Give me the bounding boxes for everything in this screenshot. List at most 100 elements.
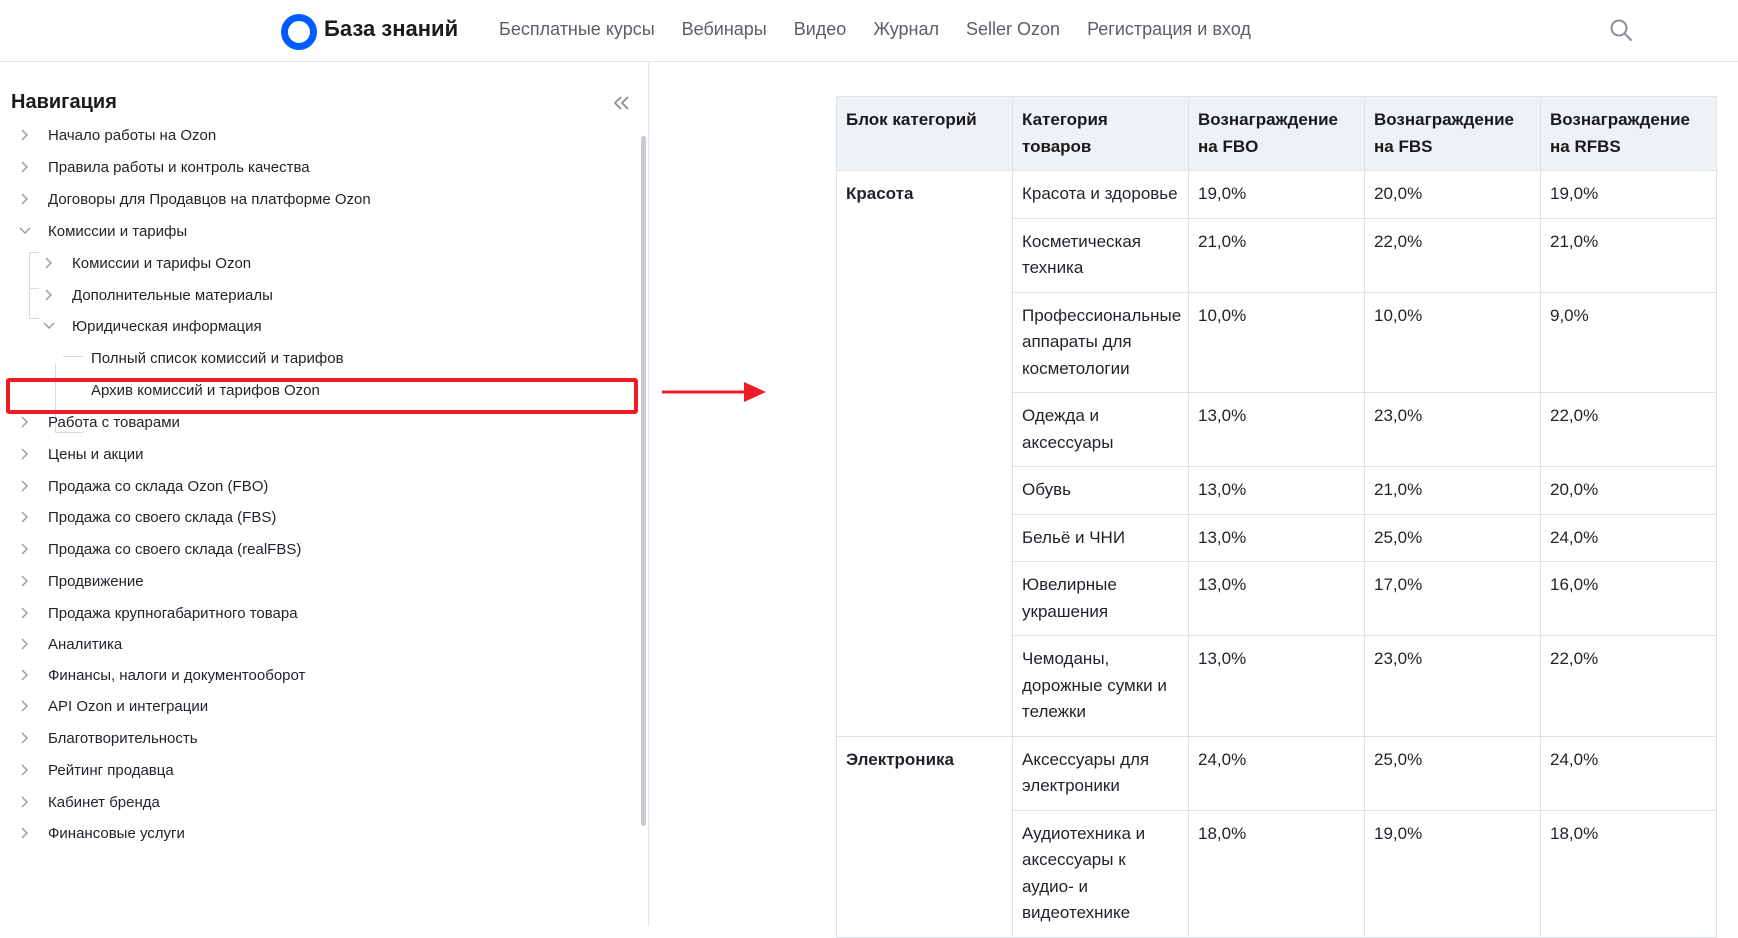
sidebar-item-20[interactable]: Рейтинг продавца xyxy=(18,755,174,785)
sidebar-item-1[interactable]: Правила работы и контроль качества xyxy=(18,152,310,182)
fbo-fee-cell: 13,0% xyxy=(1188,392,1365,467)
table-header-row: Блок категорий Категория товаров Вознагр… xyxy=(836,96,1717,171)
sidebar-item-16[interactable]: Аналитика xyxy=(18,629,122,659)
chevron-right-icon[interactable] xyxy=(18,542,32,556)
sidebar-item-10[interactable]: Цены и акции xyxy=(18,439,143,469)
fbs-fee-cell: 25,0% xyxy=(1364,513,1541,562)
fbs-fee-cell: 21,0% xyxy=(1364,466,1541,515)
sidebar-item-label: Кабинет бренда xyxy=(48,793,160,811)
chevron-right-icon[interactable] xyxy=(42,288,56,302)
sidebar-item-label: Комиссии и тарифы xyxy=(48,222,188,240)
chevron-right-icon[interactable] xyxy=(18,128,32,142)
chevron-right-icon[interactable] xyxy=(18,479,32,493)
sidebar-item-label: Полный список комиссий и тарифов xyxy=(91,349,344,367)
sidebar-item-22[interactable]: Финансовые услуги xyxy=(18,818,185,848)
sidebar-item-0[interactable]: Начало работы на Ozon xyxy=(18,120,216,150)
product-category-cell: Обувь xyxy=(1012,466,1189,515)
chevron-right-icon[interactable] xyxy=(18,699,32,713)
sidebar-item-label: Аналитика xyxy=(48,635,123,653)
chevron-down-icon[interactable] xyxy=(42,319,56,333)
product-category-cell: Чемоданы, дорожные сумки и тележки xyxy=(1012,635,1189,737)
sidebar-navigation: Навигация Начало работы на Ozon Правила р… xyxy=(0,62,649,926)
sidebar-item-21[interactable]: Кабинет бренда xyxy=(18,787,160,817)
nav-link-free-courses[interactable]: Бесплатные курсы xyxy=(499,18,655,40)
chevron-right-icon[interactable] xyxy=(18,606,32,620)
fbs-fee-cell: 19,0% xyxy=(1364,809,1541,938)
sidebar-item-4[interactable]: Комиссии и тарифы Ozon xyxy=(42,248,251,278)
sidebar-item-7[interactable]: Полный список комиссий и тарифов xyxy=(91,343,344,373)
sidebar-item-label: Продвижение xyxy=(48,572,144,590)
sidebar-item-label: Юридическая информация xyxy=(72,317,262,335)
fbs-fee-cell: 10,0% xyxy=(1364,291,1541,393)
sidebar-item-label: Цены и акции xyxy=(48,445,144,463)
fbo-fee-cell: 13,0% xyxy=(1188,635,1365,737)
header-fbs-fee: Вознаграждение на FBS xyxy=(1364,96,1541,171)
chevron-right-icon[interactable] xyxy=(18,574,32,588)
sidebar-item-label: Правила работы и контроль качества xyxy=(48,158,310,176)
top-nav: Бесплатные курсы Вебинары Видео Журнал S… xyxy=(499,18,1278,40)
product-category-cell: Бельё и ЧНИ xyxy=(1012,513,1189,562)
sidebar-item-12[interactable]: Продажа со своего склада (FBS) xyxy=(18,502,276,532)
chevron-right-icon[interactable] xyxy=(18,795,32,809)
top-header: База знаний Бесплатные курсы Вебинары Ви… xyxy=(0,0,1738,62)
nav-link-seller-ozon[interactable]: Seller Ozon xyxy=(966,18,1060,40)
commission-table-container: Блок категорий Категория товаров Вознагр… xyxy=(836,96,1717,938)
sidebar-item-13[interactable]: Продажа со своего склада (realFBS) xyxy=(18,534,301,564)
rfbs-fee-cell: 22,0% xyxy=(1540,392,1717,467)
sidebar-item-17[interactable]: Финансы, налоги и документооборот xyxy=(18,660,305,690)
brand-title[interactable]: База знаний xyxy=(324,15,458,43)
rfbs-fee-cell: 9,0% xyxy=(1540,291,1717,393)
selected-item-highlight xyxy=(6,378,638,414)
chevron-right-icon[interactable] xyxy=(42,256,56,270)
fbo-fee-cell: 13,0% xyxy=(1188,466,1365,515)
sidebar-scrollbar[interactable] xyxy=(641,136,646,826)
search-icon[interactable] xyxy=(1609,18,1633,42)
annotation-arrow-icon xyxy=(662,382,766,402)
sidebar-item-label: Дополнительные материалы xyxy=(72,286,273,304)
chevron-right-icon[interactable] xyxy=(18,637,32,651)
chevron-right-icon[interactable] xyxy=(18,415,32,429)
nav-link-video[interactable]: Видео xyxy=(794,18,847,40)
sidebar-item-3[interactable]: Комиссии и тарифы xyxy=(18,216,187,246)
chevron-right-icon[interactable] xyxy=(18,160,32,174)
nav-link-login[interactable]: Регистрация и вход xyxy=(1087,18,1251,40)
chevron-down-icon[interactable] xyxy=(18,224,32,238)
chevron-right-icon[interactable] xyxy=(18,763,32,777)
sidebar-item-label: Продажа со склада Ozon (FBO) xyxy=(48,477,269,495)
sidebar-item-label: Финансы, налоги и документооборот xyxy=(48,666,306,684)
sidebar-item-18[interactable]: API Ozon и интеграции xyxy=(18,691,208,721)
fbs-fee-cell: 17,0% xyxy=(1364,561,1541,636)
nav-link-journal[interactable]: Журнал xyxy=(873,18,939,40)
rfbs-fee-cell: 20,0% xyxy=(1540,466,1717,515)
product-category-cell: Аудиотехника и аксессуары к аудио- и вид… xyxy=(1012,809,1189,938)
chevron-right-icon[interactable] xyxy=(18,826,32,840)
chevron-right-icon[interactable] xyxy=(18,668,32,682)
sidebar-item-label: Продажа со своего склада (realFBS) xyxy=(48,540,302,558)
fbs-fee-cell: 25,0% xyxy=(1364,735,1541,811)
category-block-cell: Красота xyxy=(836,170,1013,737)
chevron-right-icon[interactable] xyxy=(18,192,32,206)
fbs-fee-cell: 20,0% xyxy=(1364,170,1541,219)
sidebar-item-6[interactable]: Юридическая информация xyxy=(42,311,262,341)
sidebar-item-19[interactable]: Благотворительность xyxy=(18,723,198,753)
table-body: Красота Красота и здоровье 19,0% 20,0% 19,0%… xyxy=(836,170,1717,938)
collapse-sidebar-icon[interactable] xyxy=(610,92,632,114)
product-category-cell: Одежда и аксессуары xyxy=(1012,392,1189,467)
header-fbo-fee: Вознаграждение на FBO xyxy=(1188,96,1365,171)
ozon-logo-icon[interactable] xyxy=(281,14,317,50)
sidebar-item-14[interactable]: Продвижение xyxy=(18,566,144,596)
table-row: Красота Красота и здоровье 19,0% 20,0% 19,0% xyxy=(836,170,1717,737)
nav-link-webinars[interactable]: Вебинары xyxy=(682,18,767,40)
chevron-right-icon[interactable] xyxy=(18,447,32,461)
sidebar-item-2[interactable]: Договоры для Продавцов на платформе Ozon xyxy=(18,184,371,214)
tree-guide-line xyxy=(29,288,39,289)
sidebar-item-15[interactable]: Продажа крупногабаритного товара xyxy=(18,598,298,628)
sidebar-item-5[interactable]: Дополнительные материалы xyxy=(42,280,273,310)
chevron-right-icon[interactable] xyxy=(18,731,32,745)
commission-table: Блок категорий Категория товаров Вознагр… xyxy=(836,96,1717,938)
chevron-right-icon[interactable] xyxy=(18,510,32,524)
rfbs-fee-cell: 22,0% xyxy=(1540,635,1717,737)
tree-guide-line xyxy=(29,318,39,319)
sidebar-item-11[interactable]: Продажа со склада Ozon (FBO) xyxy=(18,471,268,501)
fbs-fee-cell: 23,0% xyxy=(1364,635,1541,737)
